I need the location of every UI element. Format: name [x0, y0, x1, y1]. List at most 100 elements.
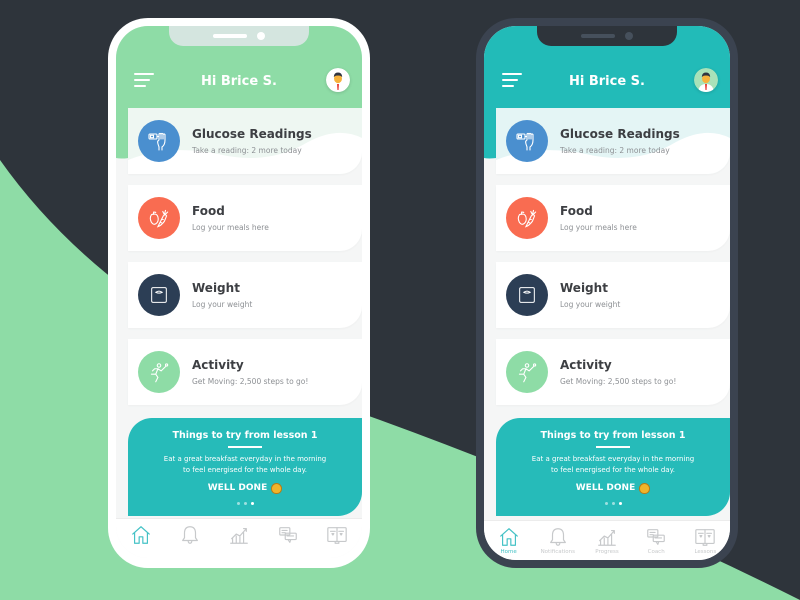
lesson-body: Eat a great breakfast everyday in the mo… — [496, 454, 730, 476]
carousel-dot[interactable] — [611, 501, 615, 505]
greeting-title: Hi Brice S. — [569, 73, 645, 89]
top-bar: Hi Brice S. — [484, 66, 730, 96]
glucose-meter-icon — [506, 120, 548, 162]
phone-screen: Hi Brice S. Glucose Readings Take a read… — [116, 26, 362, 558]
phone-mockup-white: Hi Brice S. Glucose Readings Take a read… — [108, 18, 370, 568]
tab-label: Progress — [595, 549, 619, 555]
lesson-body-line: Eat a great breakfast everyday in the mo… — [531, 454, 695, 463]
card-title: Weight — [560, 281, 608, 295]
greeting-title: Hi Brice S. — [201, 73, 277, 89]
clapping-hands-icon — [271, 482, 283, 494]
lesson-tip-card[interactable]: Things to try from lesson 1 Eat a great … — [496, 418, 730, 516]
carousel-dot[interactable] — [236, 501, 240, 505]
phone-notch — [169, 26, 309, 46]
home-icon — [499, 528, 518, 546]
card-weight[interactable]: Weight Log your weight — [128, 262, 362, 328]
card-subtitle: Log your meals here — [192, 223, 269, 232]
carousel-dot[interactable] — [243, 501, 247, 505]
clapping-hands-icon — [639, 482, 651, 494]
progress-chart-icon — [230, 527, 248, 544]
carousel-dot[interactable] — [618, 501, 622, 505]
card-subtitle: Take a reading: 2 more today — [192, 146, 302, 155]
book-icon — [327, 527, 348, 544]
card-title: Activity — [560, 358, 612, 372]
running-icon — [138, 351, 180, 393]
user-avatar-icon[interactable] — [326, 68, 350, 92]
bottom-tab-bar: Home Notifications Progress Coach Lessons — [484, 520, 730, 560]
user-avatar-icon[interactable] — [694, 68, 718, 92]
card-food[interactable]: Food Log your meals here — [128, 185, 362, 251]
bottom-tab-bar — [116, 518, 362, 558]
card-subtitle: Get Moving: 2,500 steps to go! — [560, 377, 677, 386]
lesson-title: Things to try from lesson 1 — [172, 430, 318, 441]
carousel-pagination — [496, 501, 730, 505]
tab-book[interactable] — [313, 524, 361, 554]
lesson-title: Things to try from lesson 1 — [540, 430, 686, 441]
card-title: Glucose Readings — [192, 127, 312, 141]
lesson-tip-card[interactable]: Things to try from lesson 1 Eat a great … — [128, 418, 362, 516]
front-camera — [257, 32, 265, 40]
bell-icon — [549, 528, 566, 546]
card-subtitle: Log your meals here — [560, 223, 637, 232]
scale-icon — [138, 274, 180, 316]
hamburger-menu-icon[interactable] — [134, 73, 156, 89]
tracker-card-list: Glucose Readings Take a reading: 2 more … — [496, 108, 730, 416]
tab-progress-chart[interactable]: Progress — [583, 526, 631, 556]
tracker-card-list: Glucose Readings Take a reading: 2 more … — [128, 108, 362, 416]
carousel-pagination — [128, 501, 362, 505]
well-done-label: WELL DONE — [128, 482, 362, 494]
lesson-body-line: Eat a great breakfast everyday in the mo… — [163, 454, 327, 463]
chat-icon — [647, 529, 666, 545]
card-subtitle: Log your weight — [192, 300, 253, 309]
phone-mockup-dark: Hi Brice S. Glucose Readings Take a read… — [476, 18, 738, 568]
card-subtitle: Log your weight — [560, 300, 621, 309]
tab-progress-chart[interactable] — [215, 524, 263, 554]
card-subtitle: Take a reading: 2 more today — [560, 146, 670, 155]
lesson-divider — [228, 446, 262, 448]
card-title: Food — [192, 204, 225, 218]
card-glucose-readings[interactable]: Glucose Readings Take a reading: 2 more … — [496, 108, 730, 174]
glucose-meter-icon — [138, 120, 180, 162]
card-activity[interactable]: Activity Get Moving: 2,500 steps to go! — [496, 339, 730, 405]
running-icon — [506, 351, 548, 393]
tab-book[interactable]: Lessons — [681, 526, 729, 556]
home-icon — [131, 526, 150, 544]
card-title: Activity — [192, 358, 244, 372]
front-camera — [625, 32, 633, 40]
lesson-body-line: to feel energised for the whole day. — [183, 465, 307, 474]
carousel-dot[interactable] — [250, 501, 254, 505]
card-food[interactable]: Food Log your meals here — [496, 185, 730, 251]
card-title: Glucose Readings — [560, 127, 680, 141]
lesson-body: Eat a great breakfast everyday in the mo… — [128, 454, 362, 476]
scale-icon — [506, 274, 548, 316]
book-icon — [695, 529, 716, 546]
tab-chat[interactable] — [264, 524, 312, 554]
food-icon — [506, 197, 548, 239]
tab-label: Coach — [647, 549, 665, 555]
speaker-grille — [213, 34, 247, 38]
tab-label: Notifications — [540, 549, 575, 555]
top-bar: Hi Brice S. — [116, 66, 362, 96]
card-weight[interactable]: Weight Log your weight — [496, 262, 730, 328]
progress-chart-icon — [598, 529, 616, 546]
card-activity[interactable]: Activity Get Moving: 2,500 steps to go! — [128, 339, 362, 405]
hamburger-menu-icon[interactable] — [502, 73, 524, 89]
tab-home[interactable] — [117, 524, 165, 554]
phone-screen: Hi Brice S. Glucose Readings Take a read… — [484, 26, 730, 560]
well-done-label: WELL DONE — [496, 482, 730, 494]
card-title: Food — [560, 204, 593, 218]
tab-label: Home — [500, 549, 517, 555]
speaker-grille — [581, 34, 615, 38]
tab-bell[interactable]: Notifications — [534, 526, 582, 556]
carousel-dot[interactable] — [604, 501, 608, 505]
card-title: Weight — [192, 281, 240, 295]
tab-chat[interactable]: Coach — [632, 526, 680, 556]
card-glucose-readings[interactable]: Glucose Readings Take a reading: 2 more … — [128, 108, 362, 174]
chat-icon — [279, 527, 298, 543]
card-subtitle: Get Moving: 2,500 steps to go! — [192, 377, 309, 386]
well-done-text: WELL DONE — [575, 483, 636, 493]
lesson-divider — [596, 446, 630, 448]
tab-home[interactable]: Home — [485, 526, 533, 556]
tab-bell[interactable] — [166, 524, 214, 554]
phone-notch — [537, 26, 677, 46]
